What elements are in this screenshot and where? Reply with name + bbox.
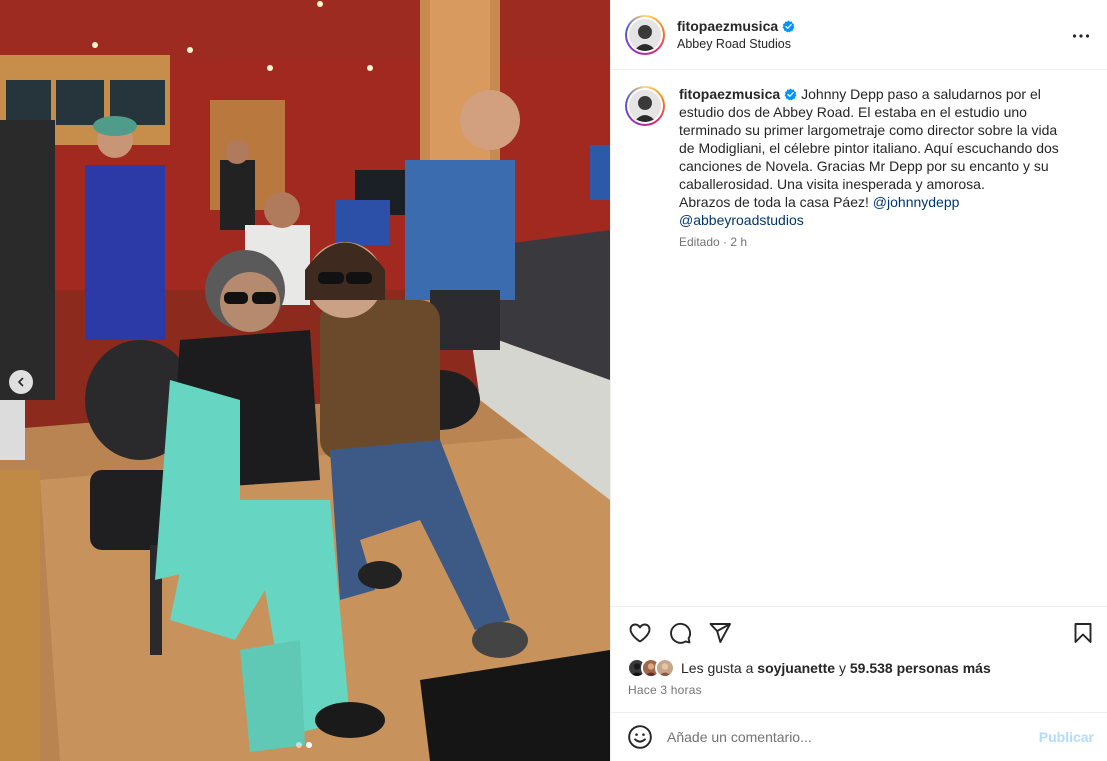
carousel-dot-active [306,742,312,748]
caption-line: terminado su primer largometraje como di… [679,122,1058,138]
verified-badge-icon [782,20,795,33]
share-button[interactable] [707,620,733,646]
post-side-panel: fitopaezmusica Abbey Road Studios fitopa… [610,0,1107,761]
paper-plane-icon [709,622,731,643]
likes-count-link[interactable]: 59.538 personas más [850,660,991,676]
caption-line: Abrazos de toda la casa Páez! [679,194,869,210]
carousel-prev-button[interactable] [9,370,33,394]
comment-bubble-icon [670,622,691,644]
caption-line: canciones de Novela. Gracias Mr Depp por… [679,158,1049,174]
post-header: fitopaezmusica Abbey Road Studios [611,0,1107,70]
profile-photo-icon [629,18,661,51]
caption-line: caballerosidad. Una visita inesperada y … [679,176,985,192]
liker-username-link[interactable]: soyjuanette [757,660,835,676]
post-location[interactable]: Abbey Road Studios [677,37,795,51]
profile-photo-icon [629,90,661,122]
caption-edited-timestamp: Editado · 2 h [679,235,748,249]
likes-conjunction: y [838,660,846,676]
like-button[interactable] [627,620,653,646]
comment-button[interactable] [667,620,693,646]
caption-avatar[interactable] [625,86,665,126]
post-action-bar [611,606,1107,658]
caption-username[interactable]: fitopaezmusica [679,86,780,102]
liker-avatar [655,658,675,678]
header-username[interactable]: fitopaezmusica [677,18,778,34]
caption-line: de Modigliani, el célebre pintor italian… [679,140,1059,156]
chevron-left-icon [18,377,24,387]
likes-summary: Les gusta a soyjuanette y 59.538 persona… [627,658,991,678]
avatar-photo-icon [657,660,673,676]
post-caption: fitopaezmusica Johnny Depp paso a saluda… [611,70,1107,249]
more-options-icon [1072,34,1090,38]
avatar[interactable] [625,14,665,55]
comment-input[interactable] [667,729,1007,745]
caption-line: Johnny Depp paso a saludarnos por el [801,86,1041,102]
mention-link-abbeyroadstudios[interactable]: @abbeyroadstudios [679,212,804,228]
caption-line: estudio dos de Abbey Road. El estaba en … [679,104,1027,120]
post-timestamp[interactable]: Hace 3 horas [628,683,702,697]
bookmark-icon [1074,622,1092,643]
heart-icon [629,623,651,642]
more-options-button[interactable] [1069,24,1093,48]
studio-photo-image [0,0,610,761]
carousel-dot [296,742,302,748]
smiley-icon[interactable] [627,724,653,750]
publish-button[interactable]: Publicar [1039,729,1094,745]
save-button[interactable] [1070,620,1096,646]
likes-text: Les gusta a soyjuanette y 59.538 persona… [681,660,991,676]
caption-text: fitopaezmusica Johnny Depp paso a saluda… [679,85,1079,229]
carousel-indicator [296,742,312,748]
liker-avatars[interactable] [627,658,675,678]
likes-prefix: Les gusta a [681,660,754,676]
verified-badge-icon [784,88,797,101]
comment-box: Publicar [611,712,1107,761]
post-photo[interactable] [0,0,610,761]
mention-link-johnnydepp[interactable]: @johnnydepp [873,194,960,210]
